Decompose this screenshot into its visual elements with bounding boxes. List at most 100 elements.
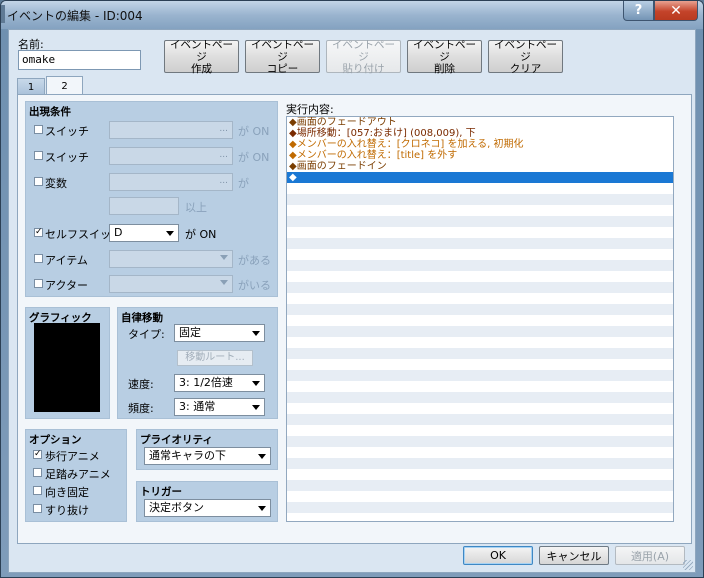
empty-row[interactable] bbox=[287, 337, 673, 348]
empty-row[interactable] bbox=[287, 370, 673, 381]
empty-row[interactable] bbox=[287, 326, 673, 337]
event-commands-list[interactable]: ◆画面のフェードアウト ◆場所移動：[057:おまけ] (008,009), 下 ◆… bbox=[286, 116, 674, 522]
clear-page-button[interactable]: イベントページ クリア bbox=[488, 39, 563, 75]
empty-row[interactable] bbox=[287, 436, 673, 447]
empty-row[interactable] bbox=[287, 491, 673, 502]
variable-checkbox[interactable] bbox=[34, 177, 43, 186]
type-value: 固定 bbox=[179, 326, 201, 339]
switch1-checkbox[interactable] bbox=[34, 125, 43, 134]
empty-row[interactable] bbox=[287, 183, 673, 194]
frequency-select[interactable]: 3: 通常 bbox=[174, 398, 265, 416]
options-title: オプション bbox=[29, 434, 82, 446]
type-select[interactable]: 固定 bbox=[174, 324, 265, 342]
empty-row[interactable] bbox=[287, 480, 673, 491]
new-page-button[interactable]: イベントページ 作成 bbox=[164, 39, 239, 75]
empty-row[interactable] bbox=[287, 216, 673, 227]
empty-row[interactable] bbox=[287, 194, 673, 205]
variable-suffix: が bbox=[238, 177, 249, 190]
window-icon bbox=[1, 5, 5, 23]
command-line[interactable]: ◆メンバーの入れ替え：[クロネコ] を加える, 初期化 bbox=[287, 139, 673, 150]
dialog-body: 名前: omake イベントページ 作成 イベントページ コピー イベントページ… bbox=[8, 29, 696, 573]
empty-row[interactable] bbox=[287, 392, 673, 403]
switch1-dots: ... bbox=[219, 124, 228, 134]
through-checkbox[interactable] bbox=[33, 504, 42, 513]
priority-select[interactable]: 通常キャラの下 bbox=[144, 447, 271, 465]
empty-row[interactable] bbox=[287, 249, 673, 260]
type-label: タイプ: bbox=[128, 328, 165, 341]
empty-row[interactable] bbox=[287, 425, 673, 436]
stepping-anim-label: 足踏みアニメ bbox=[45, 468, 111, 481]
trigger-select[interactable]: 決定ボタン bbox=[144, 499, 271, 517]
title-bar[interactable]: イベントの編集 - ID:004 ? ✕ bbox=[1, 1, 703, 29]
empty-row[interactable] bbox=[287, 381, 673, 392]
direction-fix-checkbox[interactable] bbox=[33, 486, 42, 495]
empty-row[interactable] bbox=[287, 447, 673, 458]
self-switch-checkbox[interactable]: ✓ bbox=[34, 228, 43, 237]
empty-row[interactable] bbox=[287, 469, 673, 480]
item-suffix: がある bbox=[238, 254, 271, 267]
apply-button: 適用(A) bbox=[615, 546, 685, 565]
item-checkbox[interactable] bbox=[34, 254, 43, 263]
empty-row[interactable] bbox=[287, 403, 673, 414]
empty-row[interactable] bbox=[287, 227, 673, 238]
switch1-suffix: が ON bbox=[238, 125, 270, 138]
empty-row[interactable] bbox=[287, 282, 673, 293]
switch2-field: ... bbox=[109, 147, 233, 165]
command-line[interactable]: ◆画面のフェードアウト bbox=[287, 117, 673, 128]
graphic-preview[interactable] bbox=[34, 323, 100, 412]
empty-row[interactable] bbox=[287, 293, 673, 304]
copy-page-button[interactable]: イベントページ コピー bbox=[245, 39, 320, 75]
chevron-down-icon bbox=[252, 331, 260, 336]
switch2-checkbox[interactable] bbox=[34, 151, 43, 160]
self-switch-suffix: が ON bbox=[185, 228, 217, 241]
actor-checkbox[interactable] bbox=[34, 279, 43, 288]
cancel-button[interactable]: キャンセル bbox=[539, 546, 609, 565]
tab-page-2[interactable]: 2 bbox=[46, 76, 83, 95]
empty-row[interactable] bbox=[287, 458, 673, 469]
tab-page-1[interactable]: 1 bbox=[17, 78, 45, 95]
direction-fix-label: 向き固定 bbox=[45, 486, 89, 499]
options-group: オプション ✓ 歩行アニメ 足踏みアニメ 向き固定 すり抜け bbox=[25, 429, 127, 522]
help-button[interactable]: ? bbox=[623, 1, 654, 21]
name-input[interactable]: omake bbox=[18, 50, 141, 70]
conditions-group: 出現条件 スイッチ ... が ON スイッチ ... が ON 変数 ... … bbox=[25, 101, 278, 297]
empty-row[interactable] bbox=[287, 260, 673, 271]
empty-row[interactable] bbox=[287, 315, 673, 326]
empty-row[interactable] bbox=[287, 414, 673, 425]
ok-button[interactable]: OK bbox=[463, 546, 533, 565]
speed-select[interactable]: 3: 1/2倍速 bbox=[174, 374, 265, 392]
conditions-title: 出現条件 bbox=[29, 106, 71, 118]
switch1-field: ... bbox=[109, 121, 233, 139]
command-line[interactable]: ◆メンバーの入れ替え：[title] を外す bbox=[287, 150, 673, 161]
event-editor-window: イベントの編集 - ID:004 ? ✕ 名前: omake イベントページ 作… bbox=[0, 0, 704, 578]
command-line[interactable]: ◆画面のフェードイン bbox=[287, 161, 673, 172]
empty-row[interactable] bbox=[287, 304, 673, 315]
empty-row[interactable] bbox=[287, 348, 673, 359]
walking-anim-checkbox[interactable]: ✓ bbox=[33, 450, 42, 459]
resize-grip[interactable] bbox=[683, 560, 693, 570]
close-button[interactable]: ✕ bbox=[654, 1, 698, 21]
empty-row[interactable] bbox=[287, 205, 673, 216]
switch1-label: スイッチ bbox=[45, 125, 89, 138]
stepping-anim-checkbox[interactable] bbox=[33, 468, 42, 477]
chevron-down-icon bbox=[220, 280, 228, 285]
chevron-down-icon bbox=[258, 454, 266, 459]
autonomous-movement-group: 自律移動 タイプ: 固定 移動ルート... 速度: 3: 1/2倍速 頻度: 3… bbox=[117, 307, 278, 419]
item-label: アイテム bbox=[45, 254, 88, 267]
variable-above-label: 以上 bbox=[185, 201, 207, 214]
empty-row[interactable] bbox=[287, 502, 673, 513]
trigger-value: 決定ボタン bbox=[149, 501, 204, 514]
empty-row[interactable] bbox=[287, 271, 673, 282]
empty-row[interactable] bbox=[287, 359, 673, 370]
command-line[interactable]: ◆ bbox=[287, 172, 673, 183]
chevron-down-icon bbox=[252, 405, 260, 410]
delete-page-button[interactable]: イベントページ 削除 bbox=[407, 39, 482, 75]
variable-dots: ... bbox=[219, 176, 228, 186]
self-switch-select[interactable]: D bbox=[109, 224, 179, 242]
speed-label: 速度: bbox=[128, 378, 154, 391]
speed-value: 3: 1/2倍速 bbox=[179, 376, 233, 389]
command-line[interactable]: ◆場所移動：[057:おまけ] (008,009), 下 bbox=[287, 128, 673, 139]
page-panel: 出現条件 スイッチ ... が ON スイッチ ... が ON 変数 ... … bbox=[17, 94, 692, 544]
priority-title: プライオリティ bbox=[140, 434, 213, 446]
empty-row[interactable] bbox=[287, 238, 673, 249]
